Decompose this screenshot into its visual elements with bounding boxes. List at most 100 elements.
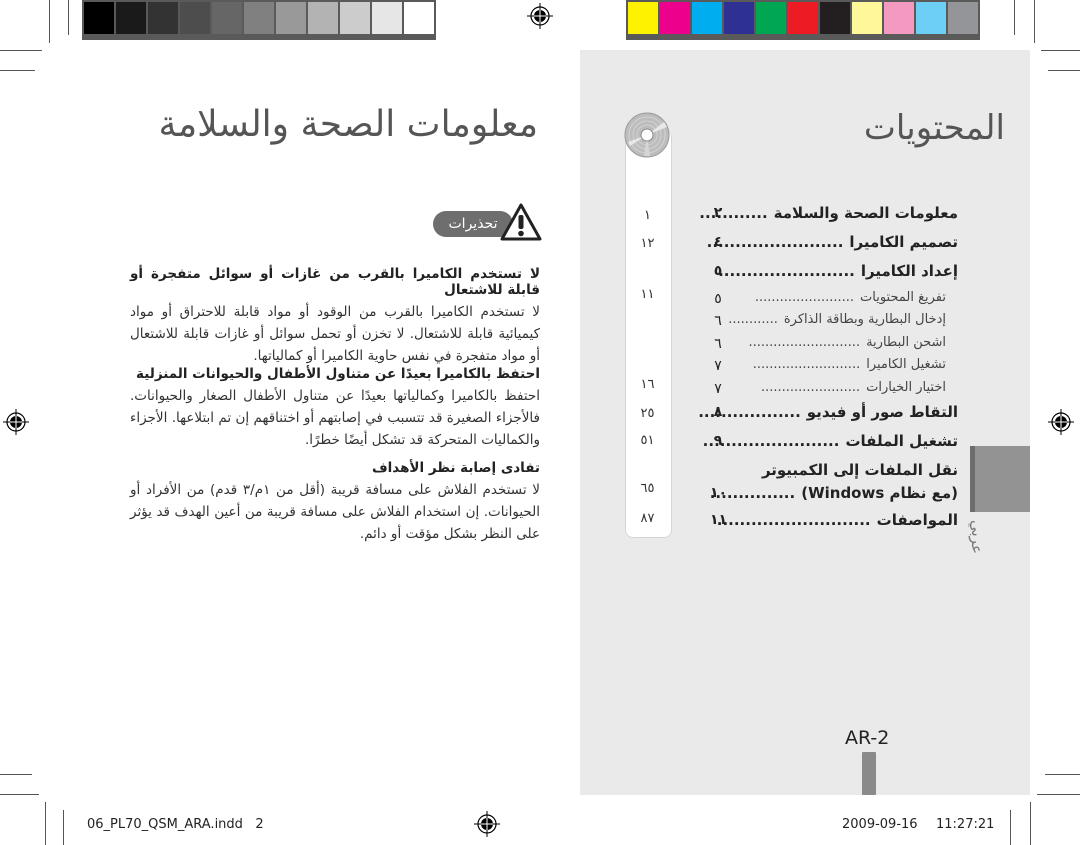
- color-swatch: [692, 2, 722, 34]
- color-swatch: [148, 2, 178, 34]
- toc-page-number: ٨: [713, 404, 723, 420]
- language-tab[interactable]: [970, 446, 1030, 512]
- color-swatch: [116, 2, 146, 34]
- toc-entry[interactable]: معلومات الصحة والسلامة............: [699, 204, 958, 222]
- toc-entry[interactable]: اشحن البطارية...........................: [749, 335, 947, 350]
- toc-entry-label: اختيار الخيارات: [866, 380, 946, 395]
- toc-leader-dots: ...........................: [716, 511, 871, 529]
- contents-title: المحتويات: [863, 108, 1005, 148]
- color-swatch: [820, 2, 850, 34]
- color-swatch: [340, 2, 370, 34]
- toc-entry-label: إعداد الكاميرا: [860, 262, 958, 280]
- toc-page-number: ٦: [714, 313, 722, 329]
- color-swatch: [372, 2, 402, 34]
- toc-leader-dots: ..........................: [752, 357, 861, 372]
- toc-page-number: ٥: [713, 263, 723, 279]
- crop-mark: [1048, 70, 1080, 71]
- process-color-bar: [626, 0, 980, 40]
- toc-page-number: ٦: [714, 336, 722, 352]
- section-body: لا تستخدم الفلاش على مسافة قريبة (أقل من…: [130, 482, 540, 542]
- crop-mark: [1045, 774, 1080, 775]
- toc-entry[interactable]: إدخال البطارية وبطاقة الذاكرة...........…: [728, 312, 946, 327]
- color-swatch: [308, 2, 338, 34]
- footer-time: 11:27:21: [936, 817, 995, 832]
- toc-entry-label: إدخال البطارية وبطاقة الذاكرة: [783, 312, 946, 327]
- toc-page-number: ٤: [713, 234, 723, 250]
- section-start-page: ٥١: [640, 433, 655, 448]
- toc-entry[interactable]: تصميم الكاميرا........................: [707, 233, 958, 251]
- registration-mark-icon: [474, 811, 500, 837]
- registration-mark-icon: [3, 409, 29, 435]
- toc-entry[interactable]: المواصفات...........................: [717, 511, 958, 529]
- toc-page-number: ١١: [710, 512, 728, 528]
- toc-entry-label: المواصفات: [876, 511, 958, 529]
- section-start-page: ٢٥: [640, 406, 655, 421]
- toc-entry-label: تفريغ المحتويات: [860, 290, 946, 305]
- crop-mark: [49, 0, 50, 43]
- toc-page-number: ٩: [713, 433, 723, 449]
- toc-entry[interactable]: التقاط صور أو فيديو..................: [698, 403, 958, 421]
- toc-entry[interactable]: تشغيل الكاميرا..........................: [753, 357, 946, 372]
- color-swatch: [404, 2, 434, 34]
- color-swatch: [84, 2, 114, 34]
- crop-mark: [0, 70, 35, 71]
- footer-date: 2009-09-16: [842, 817, 918, 832]
- section-start-page: ٨٧: [640, 511, 655, 526]
- crop-mark: [1041, 50, 1080, 51]
- toc-leader-dots: ........................: [706, 233, 844, 251]
- cd-disc-icon: [624, 112, 670, 158]
- toc-entry-label: اشحن البطارية: [866, 335, 946, 350]
- toc-leader-dots: ...........................: [748, 335, 861, 350]
- crop-mark: [0, 774, 32, 775]
- page-marker-bar: [862, 752, 876, 795]
- toc-entry[interactable]: اختيار الخيارات........................: [761, 380, 946, 395]
- color-swatch: [244, 2, 274, 34]
- color-swatch: [916, 2, 946, 34]
- crop-mark: [0, 50, 42, 51]
- toc-entry[interactable]: إعداد الكاميرا........................: [718, 262, 958, 280]
- color-swatch: [724, 2, 754, 34]
- toc-entry-label: تشغيل الملفات: [845, 432, 958, 450]
- safety-section: احتفظ بالكاميرا بعيدًا عن متناول الأطفال…: [130, 366, 540, 451]
- section-body: احتفظ بالكاميرا وكمالياتها بعيدًا عن متن…: [130, 388, 540, 448]
- toc-page-number: ٢: [713, 205, 723, 221]
- toc-entry-label: نقل الملفات إلى الكمبيوتر: [761, 461, 958, 479]
- warning-triangle-icon: [500, 203, 542, 241]
- registration-mark-icon: [527, 3, 553, 29]
- safety-section: تفادى إصابة نظر الأهداف لا تستخدم الفلاش…: [130, 460, 540, 545]
- registration-mark-icon: [1048, 409, 1074, 435]
- section-start-page: ١٦: [640, 377, 655, 392]
- toc-leader-dots: ............: [728, 312, 778, 327]
- crop-mark: [1037, 794, 1080, 795]
- toc-entry-label: تصميم الكاميرا: [849, 233, 958, 251]
- crop-mark: [1034, 0, 1035, 43]
- toc-entry[interactable]: (مع نظام Windows)...............: [710, 484, 958, 502]
- section-body: لا تستخدم الكاميرا بالقرب من الوقود أو م…: [130, 304, 540, 364]
- crop-mark: [1014, 0, 1015, 35]
- color-swatch: [660, 2, 690, 34]
- color-swatch: [788, 2, 818, 34]
- color-swatch: [628, 2, 658, 34]
- crop-mark: [1010, 810, 1011, 845]
- crop-mark: [45, 802, 46, 845]
- toc-entry-label: معلومات الصحة والسلامة: [773, 204, 958, 222]
- toc-entry[interactable]: نقل الملفات إلى الكمبيوتر: [762, 461, 958, 479]
- crop-mark: [1030, 802, 1031, 845]
- toc-entry[interactable]: تشغيل الملفات........................: [703, 432, 958, 450]
- color-swatch: [948, 2, 978, 34]
- safety-section: لا تستخدم الكاميرا بالقرب من غازات أو سو…: [130, 266, 540, 367]
- toc-entry-label: التقاط صور أو فيديو: [806, 403, 958, 421]
- section-number-strip: [625, 135, 672, 538]
- section-heading: لا تستخدم الكاميرا بالقرب من غازات أو سو…: [130, 266, 540, 298]
- health-safety-title: معلومات الصحة والسلامة: [158, 104, 538, 145]
- page-number: AR-2: [845, 727, 890, 749]
- toc-entry-label: تشغيل الكاميرا: [866, 357, 946, 372]
- toc-page-number: ٧: [714, 358, 722, 374]
- toc-entry[interactable]: تفريغ المحتويات........................: [755, 290, 946, 305]
- crop-mark: [0, 794, 39, 795]
- section-start-page: ١: [644, 208, 651, 223]
- color-swatch: [852, 2, 882, 34]
- crop-mark: [68, 0, 69, 35]
- toc-page-number: ١٠: [710, 485, 728, 501]
- toc-entry-label: (مع نظام Windows): [801, 484, 958, 502]
